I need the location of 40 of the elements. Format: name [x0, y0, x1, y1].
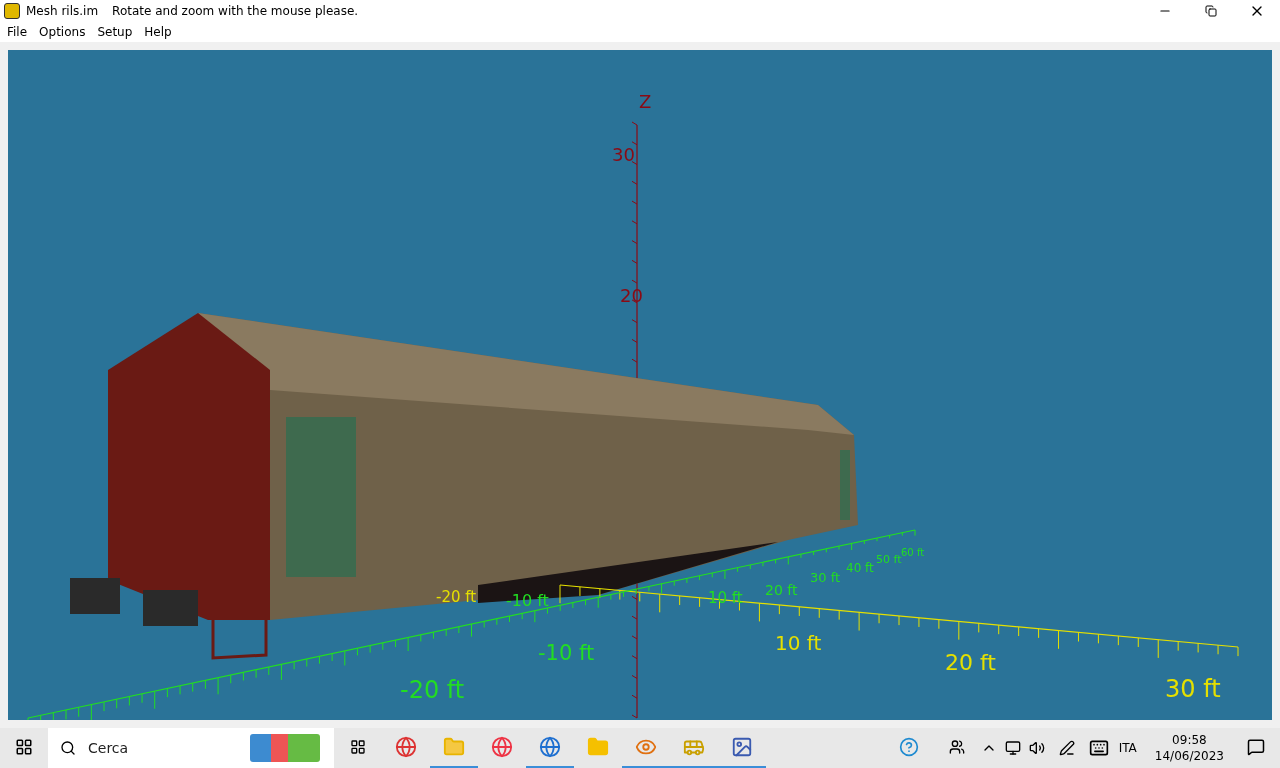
picture-icon [731, 736, 753, 758]
restore-icon [1205, 5, 1217, 17]
clock-time: 09:58 [1172, 732, 1207, 748]
notification-icon [1247, 738, 1265, 756]
axis-label: -20 ft [400, 676, 465, 704]
axis-label: 60 ft [901, 547, 925, 558]
app-icon [4, 3, 20, 19]
globe-icon [539, 736, 561, 758]
people-icon [948, 739, 965, 755]
window-hint: Rotate and zoom with the mouse please. [112, 4, 360, 18]
globe-icon [491, 736, 513, 758]
grid-icon [15, 738, 33, 756]
window-title: Mesh rils.im [26, 4, 99, 18]
axis-label: 50 ft [876, 553, 902, 566]
axis-label: Z [639, 91, 652, 112]
folder-icon [443, 736, 465, 758]
axis-label: 20 ft [945, 650, 996, 675]
folder-icon [587, 736, 609, 758]
menu-item[interactable]: Help [138, 22, 178, 42]
clock-date: 14/06/2023 [1154, 748, 1224, 764]
axis-label: 20 ft [765, 582, 798, 598]
language-indicator[interactable]: ITA [1108, 741, 1147, 755]
search-field[interactable]: Cerca [86, 739, 240, 757]
volume-icon[interactable] [1028, 740, 1045, 756]
menu-item[interactable]: Setup [91, 22, 139, 42]
search-icon [60, 740, 76, 756]
keyboard-icon[interactable] [1088, 738, 1109, 758]
menu-item[interactable]: Options [33, 22, 92, 42]
menu-item[interactable]: File [1, 22, 34, 42]
axis-label: -10 ft [538, 641, 595, 665]
axis-label: 30 ft [1165, 675, 1221, 703]
axis-label: 30 ft [810, 570, 841, 585]
axis-label: 40 ft [846, 561, 874, 575]
help-icon [898, 737, 919, 757]
axis-label: 10 ft [775, 631, 822, 655]
task-view-icon [350, 739, 366, 755]
network-icon[interactable] [1004, 740, 1021, 756]
axis-label: 30 [612, 144, 635, 165]
pen-icon[interactable] [1058, 740, 1075, 756]
globe-icon [395, 736, 417, 758]
